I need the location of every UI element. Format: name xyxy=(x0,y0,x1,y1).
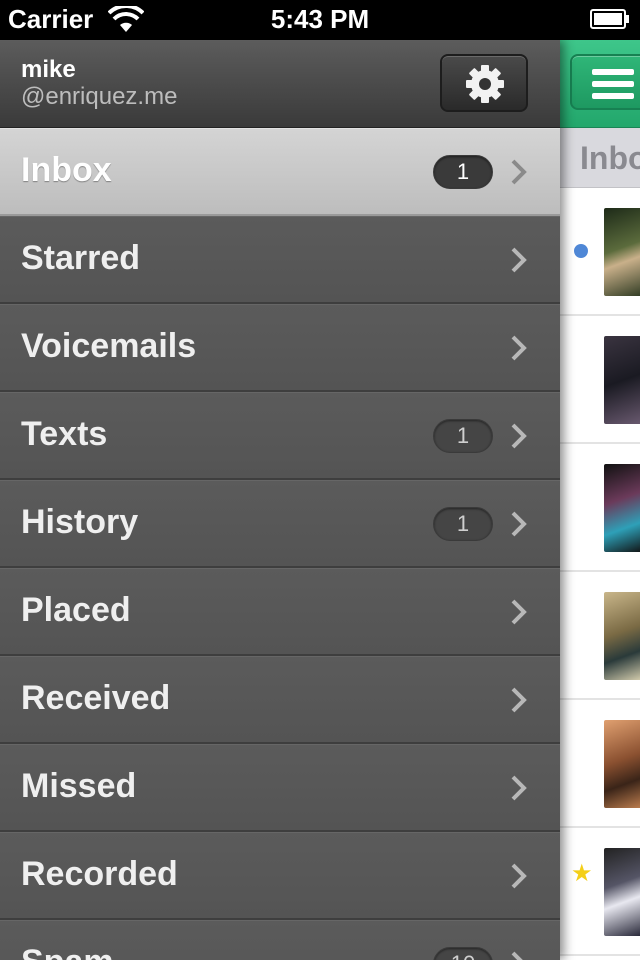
clock: 5:43 PM xyxy=(270,4,370,34)
avatar xyxy=(604,336,640,424)
chevron-right-icon xyxy=(511,775,527,801)
message-row[interactable] xyxy=(560,572,640,700)
chevron-right-icon xyxy=(511,687,527,713)
chevron-right-icon xyxy=(511,335,527,361)
chevron-right-icon xyxy=(511,863,527,889)
menu-item-label: History xyxy=(21,503,139,541)
side-menu: mike @enriquez.me Inbox 1 Starred Voicemail… xyxy=(0,40,560,960)
chevron-right-icon xyxy=(511,159,527,185)
hamburger-icon xyxy=(592,69,634,75)
message-row[interactable] xyxy=(560,188,640,316)
menu-item-received[interactable]: Received xyxy=(0,656,560,744)
hamburger-icon-bar xyxy=(592,93,634,99)
menu-item-label: Placed xyxy=(21,591,131,629)
menu-item-starred[interactable]: Starred xyxy=(0,216,560,304)
content-panel: Inbox ★ xyxy=(560,40,640,960)
menu-item-label: Inbox xyxy=(21,151,112,189)
menu-item-label: Missed xyxy=(21,767,137,805)
count-badge: 1 xyxy=(433,155,493,189)
user-name: mike xyxy=(21,56,76,83)
chevron-right-icon xyxy=(511,599,527,625)
menu-item-placed[interactable]: Placed xyxy=(0,568,560,656)
menu-item-label: Spam xyxy=(21,943,114,960)
gear-icon xyxy=(466,65,504,103)
message-row[interactable] xyxy=(560,444,640,572)
menu-item-history[interactable]: History 1 xyxy=(0,480,560,568)
content-navbar xyxy=(560,40,640,128)
menu-item-label: Voicemails xyxy=(21,327,197,365)
menu-item-label: Received xyxy=(21,679,171,717)
menu-item-missed[interactable]: Missed xyxy=(0,744,560,832)
menu-item-label: Recorded xyxy=(21,855,178,893)
menu-item-voicemails[interactable]: Voicemails xyxy=(0,304,560,392)
count-badge: 1 xyxy=(433,419,493,453)
count-badge: 1 xyxy=(433,507,493,541)
section-title: Inbox xyxy=(580,140,640,176)
count-badge: 10 xyxy=(433,947,493,960)
menu-header: mike @enriquez.me xyxy=(0,40,560,128)
unread-dot-icon xyxy=(574,244,588,258)
avatar xyxy=(604,848,640,936)
status-bar: Carrier 5:43 PM xyxy=(0,0,640,40)
menu-item-label: Texts xyxy=(21,415,108,453)
menu-item-inbox[interactable]: Inbox 1 xyxy=(0,128,560,216)
avatar xyxy=(604,208,640,296)
menu-item-recorded[interactable]: Recorded xyxy=(0,832,560,920)
star-icon: ★ xyxy=(571,860,593,887)
chevron-right-icon xyxy=(511,423,527,449)
chevron-right-icon xyxy=(511,951,523,960)
avatar xyxy=(604,720,640,808)
avatar xyxy=(604,464,640,552)
chevron-right-icon xyxy=(511,511,527,537)
settings-button[interactable] xyxy=(440,54,528,112)
hamburger-icon-bar xyxy=(592,81,634,87)
message-row[interactable] xyxy=(560,316,640,444)
chevron-right-icon xyxy=(511,247,527,273)
avatar xyxy=(604,592,640,680)
message-row[interactable]: ★ xyxy=(560,828,640,956)
menu-item-spam[interactable]: Spam 10 xyxy=(0,920,560,960)
menu-item-texts[interactable]: Texts 1 xyxy=(0,392,560,480)
user-handle: @enriquez.me xyxy=(21,83,178,110)
section-header: Inbox xyxy=(560,128,640,188)
menu-button[interactable] xyxy=(570,54,640,110)
message-row[interactable] xyxy=(560,700,640,828)
battery-icon xyxy=(590,9,629,29)
menu-item-label: Starred xyxy=(21,239,141,277)
